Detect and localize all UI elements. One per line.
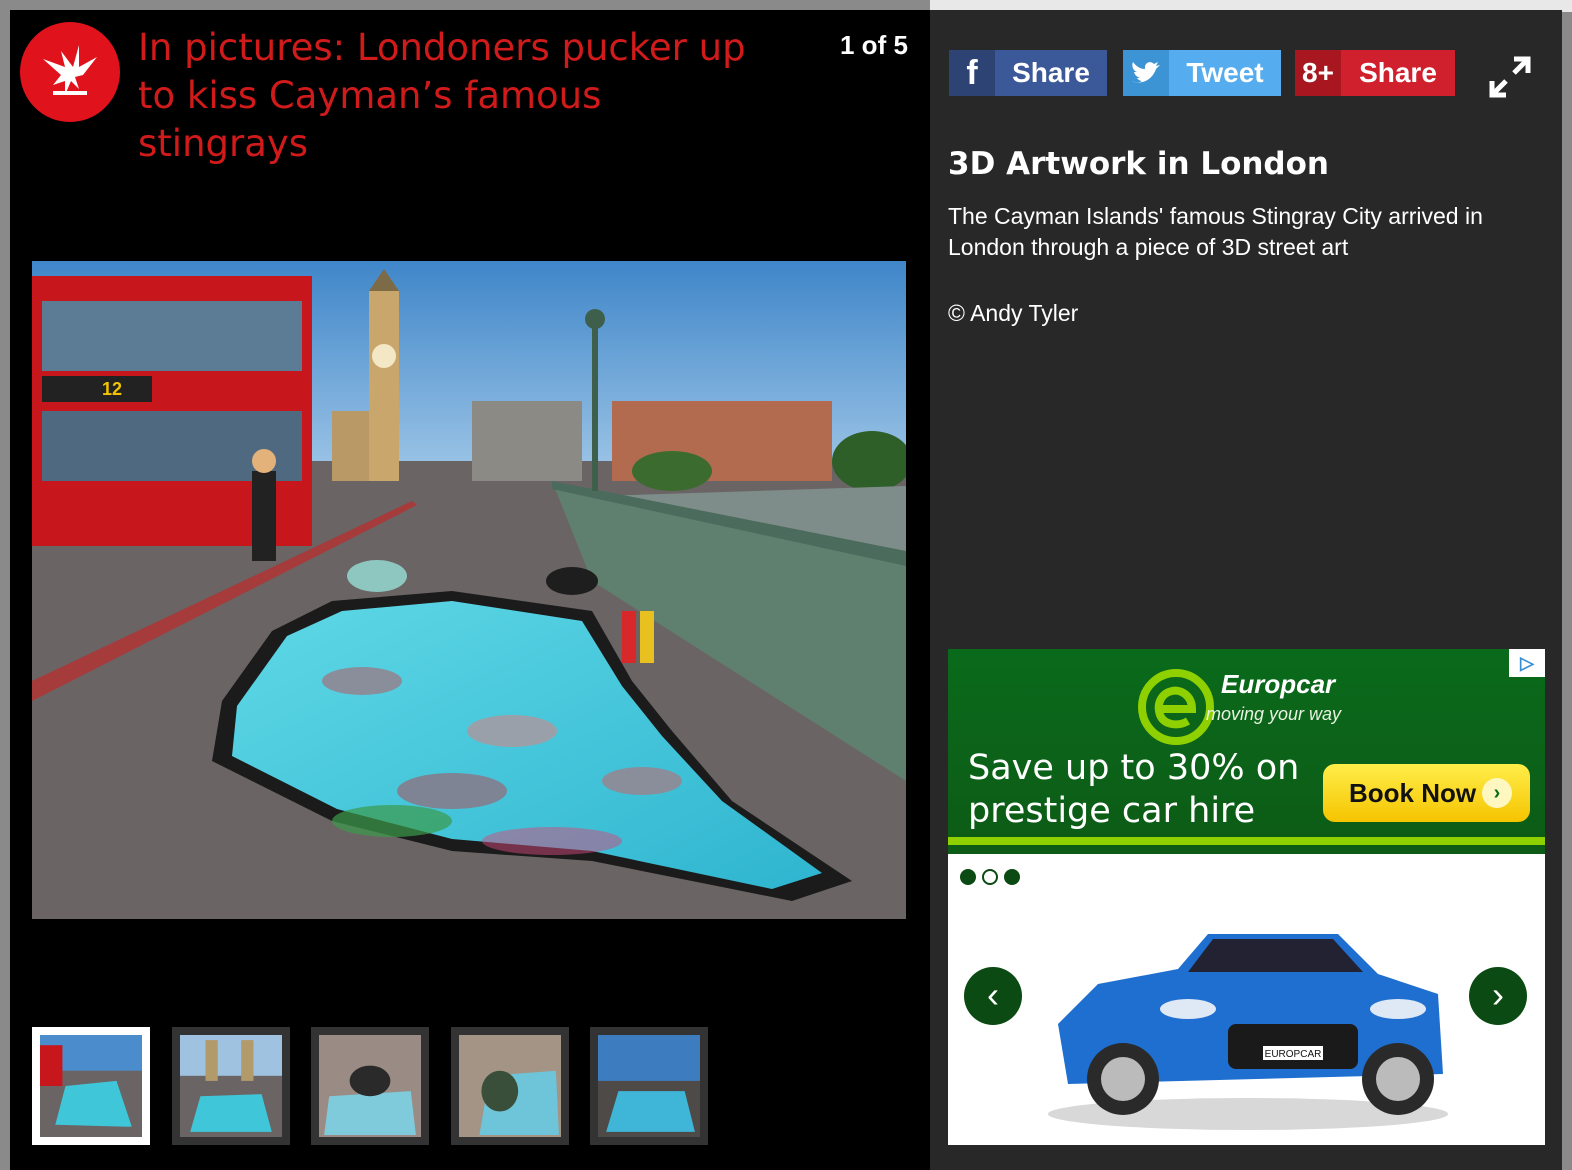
main-gallery-photo[interactable]: 12 [32,261,906,919]
carousel-prev-button[interactable]: ‹ [964,967,1022,1025]
ad-offer-text: Save up to 30% on prestige car hire [968,748,1300,831]
carousel-dot-3[interactable] [1004,869,1020,885]
gallery-headline[interactable]: In pictures: Londoners pucker up to kiss… [138,24,778,168]
google-plus-icon: 8+ [1295,50,1341,96]
caption-panel: f Share Tweet 8+ Share 3D Artwork in Lon… [930,10,1562,1170]
photo-credit: © Andy Tyler [948,300,1079,326]
thumbnail-4[interactable] [451,1027,569,1145]
europcar-logo-icon [1138,669,1214,745]
eagle-icon [43,45,97,95]
google-plus-share-button[interactable]: 8+ Share [1295,50,1455,96]
bus-route-number: 12 [102,379,122,399]
adchoices-icon[interactable]: ▷ [1509,649,1545,677]
ad-slogan: moving your way [1206,704,1342,724]
twitter-tweet-button[interactable]: Tweet [1123,50,1281,96]
carousel-dot-2[interactable] [982,869,998,885]
publication-logo[interactable] [20,22,120,122]
caption-title: 3D Artwork in London [948,146,1329,182]
thumbnail-5[interactable] [590,1027,708,1145]
blue-convertible-car-image: EUROPCAR [1048,934,1448,1130]
twitter-tweet-label: Tweet [1186,57,1264,88]
book-now-label: Book Now [1349,777,1477,808]
thumbnail-1[interactable] [32,1027,150,1145]
caption-description: The Cayman Islands' famous Stingray City… [948,203,1483,260]
book-now-button[interactable]: Book Now › [1323,764,1530,822]
page: In pictures: Londoners pucker up to kiss… [0,0,1572,1170]
ad-accent-bar [948,837,1545,845]
facebook-share-button[interactable]: f Share [949,50,1107,96]
facebook-share-label: Share [1012,57,1090,88]
slide-counter: 1 of 5 [840,30,908,60]
number-plate: EUROPCAR [1265,1049,1322,1060]
ad-brand-name: Europcar [1221,669,1336,699]
gallery-panel: In pictures: Londoners pucker up to kiss… [10,10,930,1170]
thumbnail-2[interactable] [172,1027,290,1145]
facebook-icon: f [949,50,995,96]
fullscreen-expand-icon[interactable] [1488,55,1532,99]
carousel-next-button[interactable]: › [1469,967,1527,1025]
ad-banner-top: ▷ Europcar moving your way Save up to 30… [948,649,1545,854]
twitter-bird-icon [1123,50,1169,96]
europcar-advertisement[interactable]: ▷ Europcar moving your way Save up to 30… [948,649,1545,1145]
carousel-dot-1[interactable] [960,869,976,885]
street-art-photo: 12 [32,261,906,919]
thumbnail-3[interactable] [311,1027,429,1145]
chevron-right-icon: › [1482,778,1512,808]
carousel-dots [960,869,1020,885]
google-plus-share-label: Share [1359,57,1437,88]
